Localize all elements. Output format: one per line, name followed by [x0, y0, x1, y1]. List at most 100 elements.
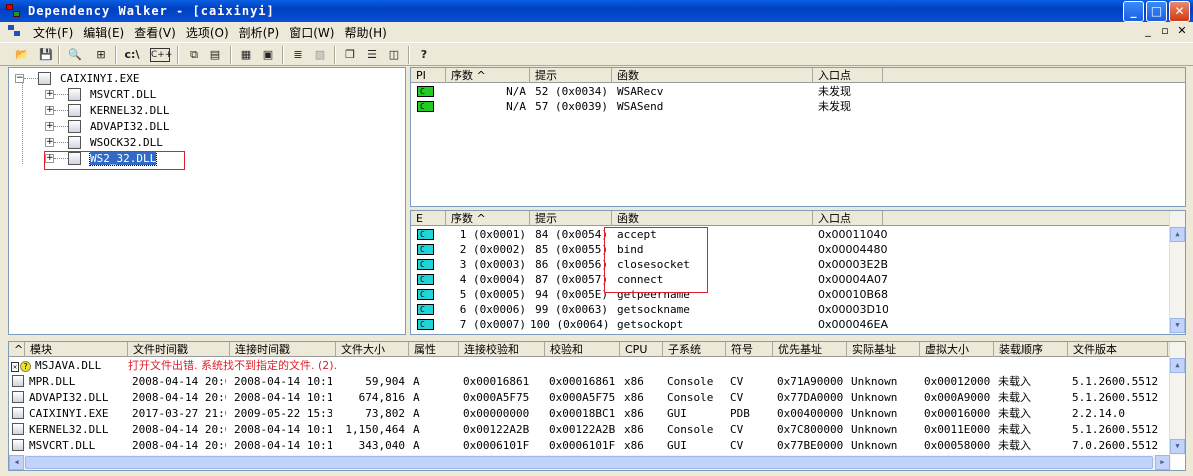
table-row[interactable]: C 6 (0x0006) 99 (0x0063) getsockname 0x00003… [411, 302, 1171, 317]
table-row[interactable]: KERNEL32.DLL 2008-04-14 20:00 2008-04-14 1… [9, 422, 1169, 437]
scroll-thumb[interactable] [25, 456, 1153, 469]
menu-help[interactable]: 帮助(H) [339, 24, 391, 41]
table-row[interactable]: C 7 (0x0007) 100 (0x0064) getsockopt 0x00004… [411, 317, 1171, 332]
cell-ver: 5.1.2600.5512 [1072, 423, 1159, 436]
table-row[interactable]: C N/A 57 (0x0039) WSASend 未发现 [411, 99, 1171, 114]
help-icon[interactable]: ? [414, 46, 434, 64]
expand-toggle[interactable]: + [45, 89, 54, 99]
scroll-right-button[interactable]: ▶ [1155, 455, 1170, 470]
tree-root[interactable]: − CAIXINYI.EXE [15, 70, 139, 86]
tile-vertical-icon[interactable]: ◫ [384, 46, 404, 64]
scroll-down-button[interactable]: ▼ [1170, 318, 1185, 333]
mdi-minimize-button[interactable]: _ [1140, 24, 1156, 38]
column-header[interactable]: 虚拟大小 [920, 342, 994, 357]
save-icon[interactable]: 💾 [36, 46, 56, 64]
table-row[interactable]: C5 (0x0005) 94 (0x005E) getpeername 0x00010… [411, 287, 1171, 302]
column-header[interactable]: 子系统 [663, 342, 726, 357]
column-header[interactable]: 提示 [530, 211, 612, 226]
table-row-error[interactable]: ✕? MSJAVA.DLL 打开文件出错. 系统找不到指定的文件. (2). [9, 358, 1169, 373]
menu-profile[interactable]: 剖析(P) [234, 24, 285, 41]
table-row[interactable]: C3 (0x0003) 86 (0x0056) closesocket 0x00003… [411, 257, 1171, 272]
column-header[interactable]: 符号 [726, 342, 773, 357]
table-row[interactable]: MPR.DLL 2008-04-14 20:00 2008-04-14 10:13 5… [9, 374, 1169, 389]
column-header[interactable]: 函数 [612, 68, 813, 83]
table-row[interactable]: CAIXINYI.EXE 2017-03-27 21:01 2009-05-22 1… [9, 406, 1169, 421]
column-header[interactable]: ^ [9, 342, 25, 357]
column-header[interactable]: 连接校验和 [459, 342, 545, 357]
modules-grid[interactable]: ^ 模块 文件时间戳 连接时间戳 文件大小 属性 连接校验和 校验和 CPU 子系统 符号 优先基址实… [8, 341, 1186, 471]
exports-scrollbar[interactable]: ▲ ▼ [1169, 211, 1185, 334]
scroll-up-button[interactable]: ▲ [1170, 227, 1185, 242]
column-header[interactable]: 文件大小 [336, 342, 409, 357]
table-row[interactable]: C1 (0x0001) 84 (0x0054) accept 0x00011040 [411, 227, 1171, 242]
column-header[interactable]: 提示 [530, 68, 612, 83]
full-paths-icon[interactable]: c:\ [122, 46, 142, 64]
column-header[interactable]: 实际基址 [847, 342, 920, 357]
scroll-up-button[interactable]: ▲ [1170, 358, 1185, 373]
maximize-button[interactable]: □ [1146, 1, 1167, 22]
tree-item-kernel32[interactable]: + KERNEL32.DLL [45, 102, 169, 118]
document-icon[interactable] [8, 25, 24, 39]
exports-grid[interactable]: E 序数 ^ 提示 函数 入口点 C1 (0x0001) 84 (0x0054) a… [410, 210, 1186, 335]
column-header[interactable]: 校验和 [545, 342, 620, 357]
table-row[interactable]: MSVCRT.DLL 2008-04-14 20:00 2008-04-14 10:… [9, 438, 1169, 453]
collapse-toggle[interactable]: − [15, 73, 24, 83]
column-header[interactable]: 优先基址 [773, 342, 847, 357]
menu-file[interactable]: 文件(F) [28, 24, 78, 41]
find-icon[interactable]: 🔍 [65, 46, 85, 64]
tree-view-icon[interactable]: ⊞ [91, 46, 111, 64]
expand-toggle[interactable]: + [45, 137, 54, 147]
menu-view[interactable]: 查看(V) [129, 24, 181, 41]
tile-horizontal-icon[interactable]: ☰ [362, 46, 382, 64]
vertical-splitter[interactable] [406, 67, 409, 335]
column-header[interactable]: 入口点 [813, 211, 883, 226]
column-header[interactable]: 序数 ^ [446, 68, 530, 83]
modules-scrollbar[interactable]: ▲ ▼ [1169, 342, 1185, 455]
column-header[interactable]: CPU [620, 342, 663, 357]
column-header[interactable]: 模块 [25, 342, 128, 357]
copy-icon[interactable]: ⧉ [184, 46, 204, 64]
column-header[interactable]: 连接时间戳 [230, 342, 336, 357]
column-header[interactable]: 文件时间戳 [128, 342, 230, 357]
column-header[interactable]: 装载顺序 [994, 342, 1068, 357]
expand-toggle[interactable]: + [45, 105, 54, 115]
modules-hscrollbar[interactable]: ◀ ▶ [9, 455, 1171, 470]
imports-grid[interactable]: PI 序数 ^ 提示 函数 入口点 C N/A 52 (0x0034) WSARecv… [410, 67, 1186, 207]
column-header[interactable]: 文件版本 [1068, 342, 1168, 357]
mdi-close-button[interactable]: ✕ [1174, 24, 1190, 38]
table-row[interactable]: C4 (0x0004) 87 (0x0057) connect 0x00004A07 [411, 272, 1171, 287]
menu-window[interactable]: 窗口(W) [284, 24, 339, 41]
table-row[interactable]: C N/A 52 (0x0034) WSARecv 未发现 [411, 84, 1171, 99]
system-info-icon[interactable]: ▦ [236, 46, 256, 64]
cascade-icon[interactable]: ❐ [340, 46, 360, 64]
column-header[interactable]: 函数 [612, 211, 813, 226]
expand-toggle[interactable]: + [45, 121, 54, 131]
minimize-button[interactable]: _ [1123, 1, 1144, 22]
menu-options[interactable]: 选项(O) [181, 24, 234, 41]
column-header[interactable]: 属性 [409, 342, 459, 357]
scroll-down-button[interactable]: ▼ [1170, 439, 1185, 454]
table-row[interactable]: C2 (0x0002) 85 (0x0055) bind 0x00004480 [411, 242, 1171, 257]
tree-item-msvcrt[interactable]: + MSVCRT.DLL [45, 86, 156, 102]
entry-point-cell: 0x00004A07 [818, 273, 888, 286]
tree-item-wsock32[interactable]: + WSOCK32.DLL [45, 134, 163, 150]
module-tree[interactable]: − CAIXINYI.EXE + MSVCRT.DLL + KERNEL32.D… [8, 67, 406, 335]
cpp-undecorate-icon[interactable]: C++ [150, 48, 172, 62]
autoexpand-icon[interactable]: ≣ [288, 46, 308, 64]
mdi-restore-button[interactable]: ▫ [1157, 24, 1173, 38]
properties-icon[interactable]: ▤ [205, 46, 225, 64]
external-viewer-icon[interactable]: ▧ [310, 46, 330, 64]
scroll-left-button[interactable]: ◀ [9, 455, 24, 470]
tree-item-advapi32[interactable]: + ADVAPI32.DLL [45, 118, 169, 134]
table-row[interactable]: ADVAPI32.DLL 2008-04-14 20:00 2008-04-14 1… [9, 390, 1169, 405]
column-header[interactable]: PI [411, 68, 446, 83]
cell-link_ts: 2009-05-22 15:36 [234, 407, 332, 420]
column-header[interactable]: 序数 ^ [446, 211, 530, 226]
menu-edit[interactable]: 编辑(E) [78, 24, 129, 41]
column-header[interactable]: E [411, 211, 446, 226]
cell-actual: Unknown [851, 375, 898, 388]
view-module-icon[interactable]: ▣ [258, 46, 278, 64]
column-header[interactable]: 入口点 [813, 68, 883, 83]
open-icon[interactable]: 📂 [12, 46, 32, 64]
close-button[interactable]: ✕ [1169, 1, 1190, 22]
